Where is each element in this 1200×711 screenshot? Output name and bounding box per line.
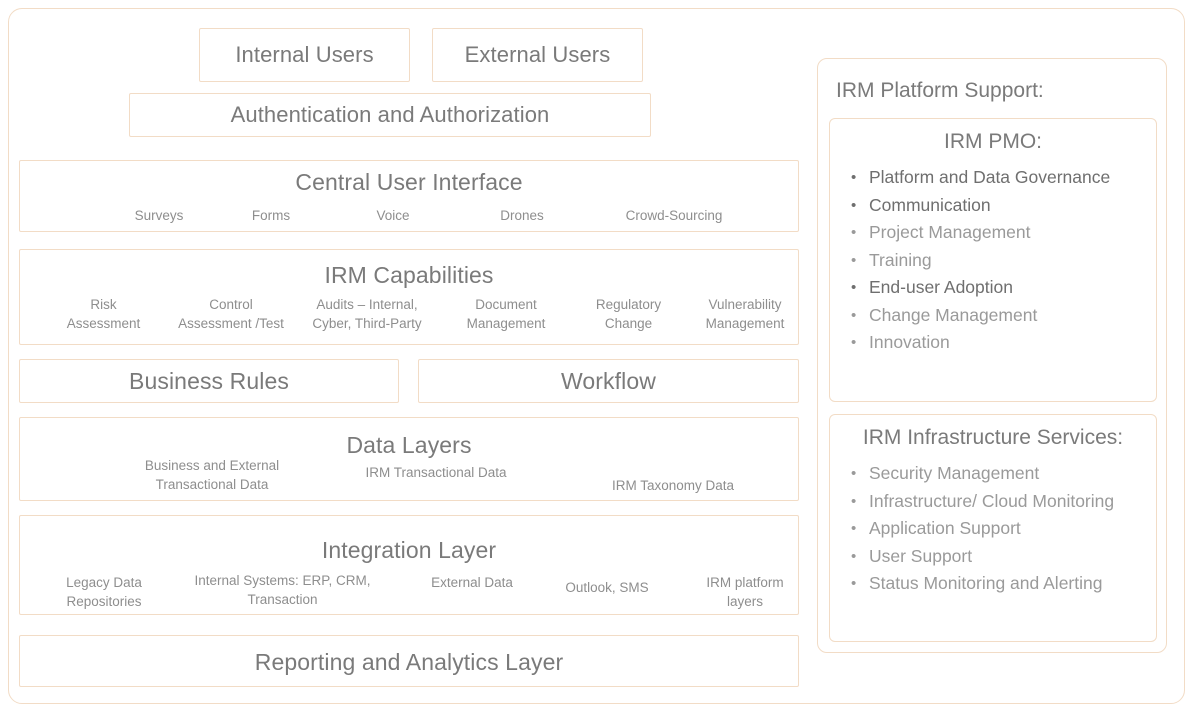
infra-item-label: Application Support <box>869 518 1021 538</box>
diagram-canvas: Internal Users External Users Authentica… <box>0 0 1200 711</box>
integration-layer-box[interactable]: Integration Layer Legacy Data Repositori… <box>19 515 799 615</box>
integration-outlook-sms: Outlook, SMS <box>565 580 649 595</box>
irm-platform-support-panel: IRM Platform Support: IRM PMO: Platform … <box>817 58 1167 653</box>
reporting-analytics-layer-label: Reporting and Analytics Layer <box>254 649 564 675</box>
infra-item-label: User Support <box>869 545 973 566</box>
business-rules-box[interactable]: Business Rules <box>19 359 399 403</box>
infra-item-infrastructure-cloud-monitoring[interactable]: Infrastructure/ Cloud Monitoring <box>847 488 1152 516</box>
irm-infrastructure-services-title: IRM Infrastructure Services: <box>862 426 1124 449</box>
integration-layer-title: Integration Layer <box>321 537 497 563</box>
pmo-item-end-user-adoption[interactable]: End-user Adoption <box>847 274 1147 302</box>
pmo-item-label: Project Management <box>869 222 1031 242</box>
irm-capabilities-title: IRM Capabilities <box>324 262 494 288</box>
central-ui-item-voice: Voice <box>376 208 410 223</box>
central-ui-item-forms: Forms <box>251 208 291 223</box>
pmo-item-training[interactable]: Training <box>847 247 1147 275</box>
pmo-item-label: Change Management <box>869 304 1038 325</box>
authentication-authorization-box[interactable]: Authentication and Authorization <box>129 93 651 137</box>
workflow-label: Workflow <box>561 368 656 394</box>
pmo-item-label: Innovation <box>869 332 950 352</box>
internal-users-label: Internal Users <box>235 42 374 67</box>
data-layers-title: Data Layers <box>346 432 472 458</box>
irm-pmo-box[interactable]: IRM PMO: Platform and Data Governance Co… <box>829 118 1157 402</box>
central-ui-item-crowd-sourcing: Crowd-Sourcing <box>625 208 723 223</box>
pmo-item-label: Training <box>869 249 932 270</box>
authentication-authorization-label: Authentication and Authorization <box>230 102 550 127</box>
pmo-item-label: Platform and Data Governance <box>869 167 1111 187</box>
infra-item-label: Infrastructure/ Cloud Monitoring <box>869 490 1115 511</box>
irm-pmo-list: Platform and Data Governance Communicati… <box>847 164 1147 357</box>
capability-document-management: Document Management <box>466 297 546 331</box>
integration-irm-platform-layers: IRM platform layers <box>706 575 784 609</box>
integration-internal-systems: Internal Systems: ERP, CRM, Transaction <box>194 573 371 607</box>
capability-audits: Audits – Internal, Cyber, Third-Party <box>312 297 422 331</box>
central-user-interface-title: Central User Interface <box>295 169 523 195</box>
external-users-label: External Users <box>464 42 611 67</box>
pmo-item-project-management[interactable]: Project Management <box>847 219 1147 247</box>
infra-item-user-support[interactable]: User Support <box>847 543 1152 571</box>
capability-risk-assessment: Risk Assessment <box>66 297 141 331</box>
infra-item-application-support[interactable]: Application Support <box>847 515 1152 543</box>
capability-vulnerability-management: Vulnerability Management <box>705 297 785 331</box>
workflow-box[interactable]: Workflow <box>418 359 799 403</box>
infra-item-label: Security Management <box>869 463 1040 483</box>
business-rules-label: Business Rules <box>129 368 289 394</box>
internal-users-box[interactable]: Internal Users <box>199 28 410 82</box>
integration-external-data: External Data <box>431 575 513 590</box>
pmo-item-platform-data-governance[interactable]: Platform and Data Governance <box>847 164 1147 192</box>
irm-infrastructure-services-list: Security Management Infrastructure/ Clou… <box>847 460 1152 598</box>
pmo-item-label: End-user Adoption <box>869 277 1013 297</box>
data-layer-irm-transactional: IRM Transactional Data <box>365 465 507 480</box>
pmo-item-change-management[interactable]: Change Management <box>847 302 1147 330</box>
irm-platform-support-heading: IRM Platform Support: <box>836 79 1044 102</box>
central-user-interface-box[interactable]: Central User Interface Surveys Forms Voi… <box>19 160 799 232</box>
central-ui-item-drones: Drones <box>500 208 544 223</box>
reporting-analytics-layer-box[interactable]: Reporting and Analytics Layer <box>19 635 799 687</box>
irm-pmo-title: IRM PMO: <box>944 130 1042 153</box>
pmo-item-label: Communication <box>869 194 991 215</box>
integration-legacy-data: Legacy Data Repositories <box>66 575 142 609</box>
data-layer-business-external: Business and External Transactional Data <box>144 458 280 492</box>
irm-capabilities-box[interactable]: IRM Capabilities Risk Assessment Control… <box>19 249 799 345</box>
infra-item-status-monitoring-alerting[interactable]: Status Monitoring and Alerting <box>847 570 1152 598</box>
data-layers-box[interactable]: Data Layers Business and External Transa… <box>19 417 799 501</box>
pmo-item-innovation[interactable]: Innovation <box>847 329 1147 357</box>
external-users-box[interactable]: External Users <box>432 28 643 82</box>
central-ui-item-surveys: Surveys <box>134 208 184 223</box>
capability-regulatory-change: Regulatory Change <box>595 297 662 331</box>
pmo-item-communication[interactable]: Communication <box>847 192 1147 220</box>
data-layer-irm-taxonomy: IRM Taxonomy Data <box>611 478 735 493</box>
irm-infrastructure-services-box[interactable]: IRM Infrastructure Services: Security Ma… <box>829 414 1157 642</box>
infra-item-security-management[interactable]: Security Management <box>847 460 1152 488</box>
infra-item-label: Status Monitoring and Alerting <box>869 573 1103 593</box>
